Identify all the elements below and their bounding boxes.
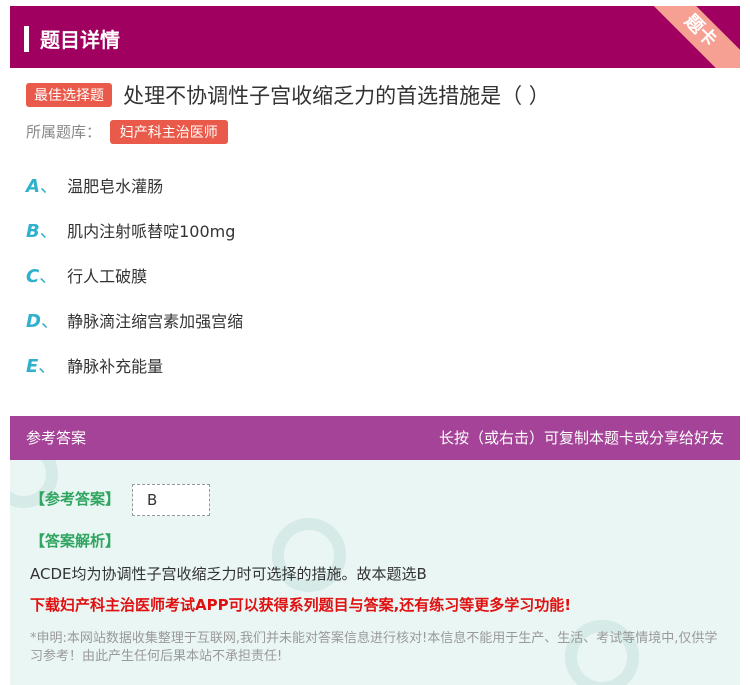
option-text: 静脉滴注缩宫素加强宫缩 (67, 312, 244, 331)
option-letter: B (26, 221, 40, 242)
share-hint: 长按（或右击）可复制本题卡或分享给好友 (438, 429, 724, 447)
option-letter: A (26, 176, 40, 197)
option-text: 行人工破膜 (67, 267, 148, 286)
option-c[interactable]: C、 行人工破膜 (26, 262, 243, 307)
option-letter: E (26, 356, 39, 377)
answer-value: B (132, 484, 210, 516)
option-separator: 、 (39, 221, 58, 242)
option-e[interactable]: E、 静脉补充能量 (26, 352, 243, 397)
app-download-link[interactable]: 下载妇产科主治医师考试APP可以获得系列题目与答案,还有练习等更多学习功能! (30, 594, 571, 615)
option-text: 温肥皂水灌肠 (67, 177, 164, 196)
question-line: 最佳选择题 处理不协调性子宫收缩乏力的首选措施是（ ） (26, 80, 726, 110)
question-bank: 所属题库： 妇产科主治医师 (26, 120, 228, 144)
answer-label: 【参考答案】 (30, 490, 121, 508)
option-text: 静脉补充能量 (67, 357, 164, 376)
answer-body: 【参考答案】 B 【答案解析】 ACDE均为协调性子宫收缩乏力时可选择的措施。故… (10, 460, 740, 685)
option-a[interactable]: A、 温肥皂水灌肠 (26, 172, 243, 217)
page-header: 题目详情 题卡 (10, 6, 740, 68)
analysis-label: 【答案解析】 (30, 532, 121, 550)
option-separator: 、 (40, 311, 59, 332)
card-ribbon: 题卡 (632, 6, 740, 68)
option-letter: C (26, 266, 40, 287)
bank-link[interactable]: 妇产科主治医师 (109, 120, 228, 144)
title-bar-marker (24, 26, 29, 52)
options-list: A、 温肥皂水灌肠 B、 肌内注射哌替啶100mg C、 行人工破膜 D、 静脉… (26, 172, 243, 397)
answer-header: 参考答案 长按（或右击）可复制本题卡或分享给好友 (10, 416, 740, 460)
page-title: 题目详情 (40, 28, 120, 52)
option-text: 肌内注射哌替啶100mg (67, 222, 236, 241)
option-separator: 、 (39, 176, 58, 197)
disclaimer: *申明:本网站数据收集整理于互联网,我们并未能对答案信息进行核对!本信息不能用于… (30, 631, 718, 664)
bank-label: 所属题库： (26, 123, 102, 141)
option-separator: 、 (38, 356, 57, 377)
option-b[interactable]: B、 肌内注射哌替啶100mg (26, 217, 243, 262)
question-type-badge: 最佳选择题 (26, 83, 112, 107)
answer-section-title: 参考答案 (26, 429, 87, 447)
question-text: 处理不协调性子宫收缩乏力的首选措施是（ ） (123, 84, 550, 108)
option-d[interactable]: D、 静脉滴注缩宫素加强宫缩 (26, 307, 243, 352)
option-separator: 、 (39, 266, 58, 287)
analysis-text: ACDE均为协调性子宫收缩乏力时可选择的措施。故本题选B (30, 565, 427, 583)
option-letter: D (26, 311, 41, 332)
